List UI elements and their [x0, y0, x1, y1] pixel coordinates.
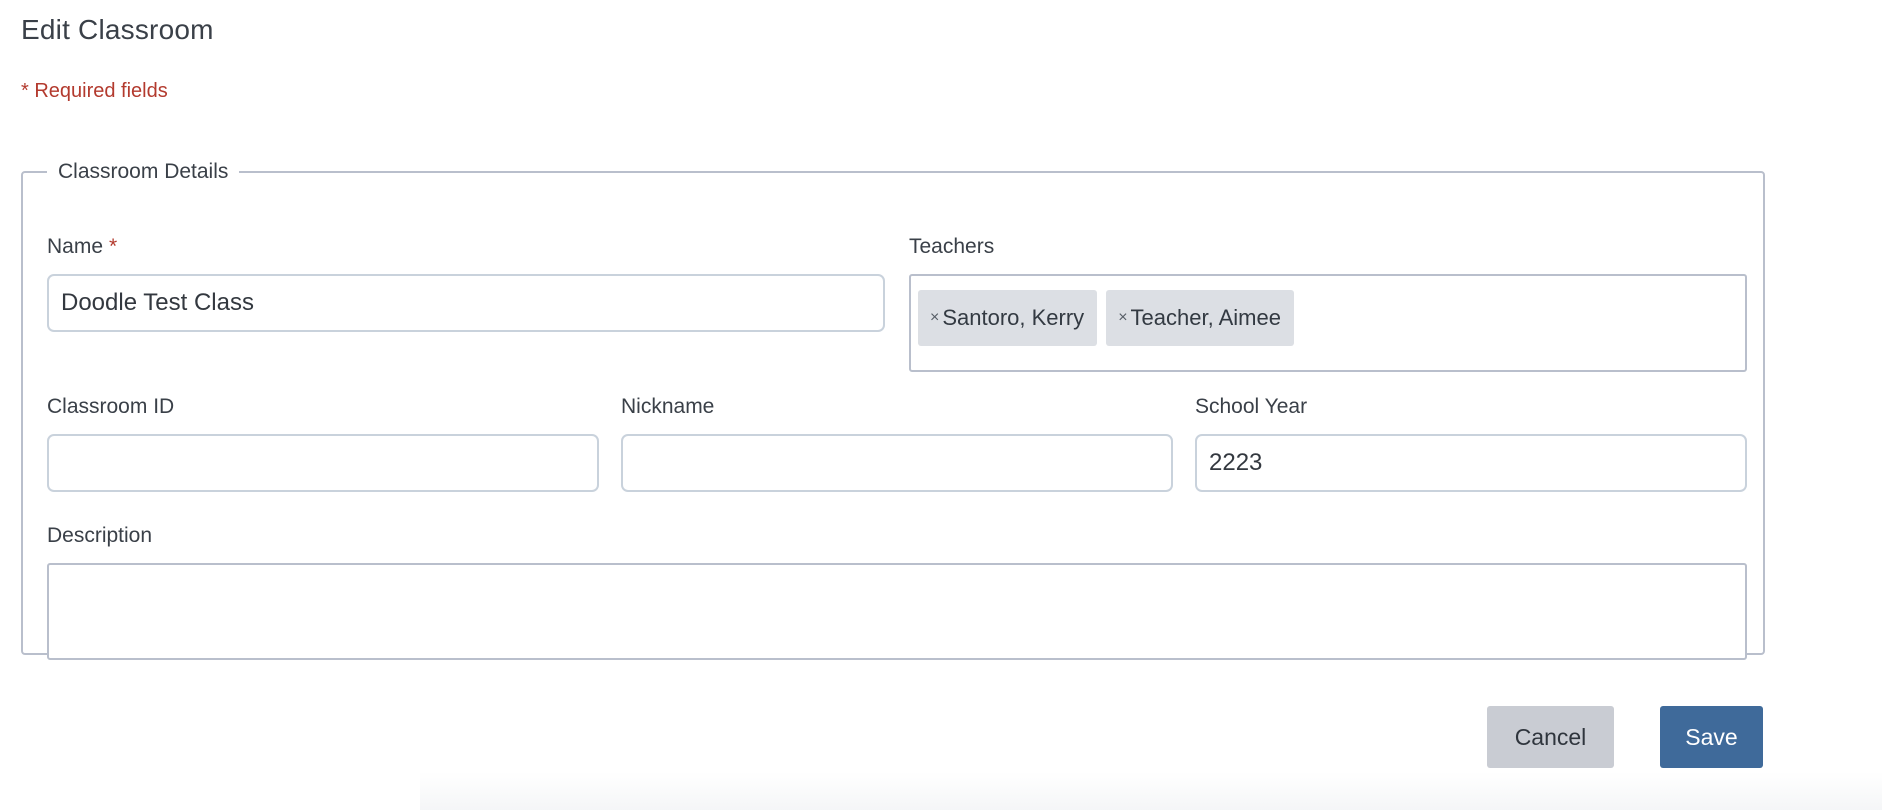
required-fields-note: * Required fields — [21, 80, 168, 102]
name-label-text: Name — [47, 235, 104, 258]
classroom-id-label: Classroom ID — [47, 395, 175, 418]
nickname-input[interactable] — [621, 434, 1173, 492]
classroom-details-fieldset: Classroom Details Name * Doodle Test Clas… — [21, 160, 1765, 660]
edit-classroom-page: Edit Classroom * Required fields Classro… — [0, 0, 1882, 810]
bottom-shadow — [420, 772, 1882, 810]
teacher-tag: × Santoro, Kerry — [918, 290, 1098, 346]
school-year-input[interactable]: 2223 — [1195, 434, 1747, 492]
cancel-button[interactable]: Cancel — [1487, 706, 1614, 768]
teachers-label: Teachers — [909, 235, 995, 258]
remove-tag-icon[interactable]: × — [1118, 309, 1127, 327]
classroom-id-input[interactable] — [47, 434, 599, 492]
name-input[interactable]: Doodle Test Class — [47, 274, 885, 332]
page-title: Edit Classroom — [21, 14, 214, 45]
school-year-label: School Year — [1195, 395, 1308, 418]
fieldset-legend: Classroom Details — [58, 160, 229, 183]
teacher-tag-label: Teacher, Aimee — [1130, 305, 1281, 330]
teacher-tag: × Teacher, Aimee — [1106, 290, 1294, 346]
name-label: Name * — [47, 235, 117, 259]
required-star: * — [109, 235, 118, 258]
nickname-label: Nickname — [621, 395, 715, 418]
teachers-multiselect[interactable]: × Santoro, Kerry × Teacher, Aimee — [909, 274, 1747, 372]
description-label: Description — [47, 524, 153, 547]
teacher-tag-label: Santoro, Kerry — [942, 305, 1085, 330]
description-textarea[interactable] — [47, 563, 1747, 660]
save-button[interactable]: Save — [1660, 706, 1763, 768]
remove-tag-icon[interactable]: × — [930, 309, 939, 327]
